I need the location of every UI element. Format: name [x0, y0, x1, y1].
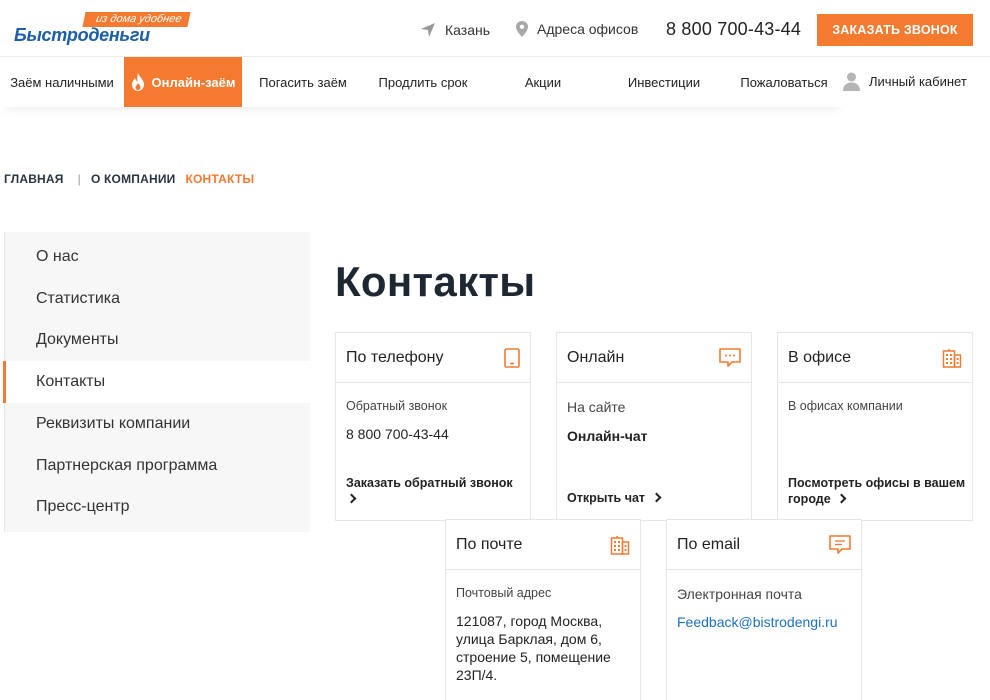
card-label: На сайте	[567, 399, 626, 415]
link-label: Посмотреть офисы в вашем городе	[788, 476, 966, 506]
location-arrow-icon	[421, 23, 435, 37]
city-label: Казань	[445, 22, 491, 38]
nav-item-label: Инвестиции	[627, 74, 701, 90]
contact-card-online: Онлайн На сайте Онлайн-чат Открыть чат	[556, 332, 752, 521]
contact-card-phone: По телефону Обратный звонок 8 800 700-43…	[335, 332, 531, 521]
card-title: По почте	[456, 535, 523, 553]
card-header: По телефону	[336, 333, 530, 383]
user-icon	[843, 72, 860, 91]
card-title: По email	[677, 535, 741, 553]
breadcrumb: ГЛАВНАЯ | О КОМПАНИИ КОНТАКТЫ	[4, 172, 254, 186]
logo-brand: Быстроденьги	[14, 25, 150, 45]
link-label: Открыть чат	[567, 491, 646, 505]
sidebar-item-press-center[interactable]: Пресс-центр	[5, 486, 311, 528]
chat-bubble-icon	[829, 534, 851, 554]
nav-item-extend-term[interactable]: Продлить срок	[364, 57, 482, 107]
breadcrumb-home[interactable]: ГЛАВНАЯ	[4, 172, 64, 186]
nav-item-label: Заём наличными	[10, 74, 114, 90]
breadcrumb-current: КОНТАКТЫ	[185, 172, 255, 186]
open-chat-link[interactable]: Открыть чат	[567, 490, 661, 506]
nav-item-label: Онлайн-заём	[151, 74, 236, 90]
order-callback-link[interactable]: Заказать обратный звонок	[346, 475, 521, 507]
card-title: Онлайн	[567, 348, 625, 366]
sidebar-item-label: Статистика	[36, 290, 121, 307]
office-building-icon	[942, 348, 962, 368]
personal-account-label: Личный кабинет	[869, 74, 967, 89]
card-label: Почтовый адрес	[456, 586, 552, 600]
nav-item-complaint[interactable]: Пожаловаться	[724, 57, 844, 107]
logo[interactable]: из дома удобнее Быстроденьги	[14, 12, 191, 46]
post-office-building-icon	[610, 535, 630, 555]
breadcrumb-company[interactable]: О КОМПАНИИ	[91, 172, 176, 186]
nav-item-promotions[interactable]: Акции	[482, 57, 604, 107]
smartphone-icon	[504, 347, 520, 368]
sidebar-item-statistics[interactable]: Статистика	[5, 278, 311, 320]
card-header: По email	[667, 520, 861, 570]
city-selector[interactable]: Казань	[420, 22, 490, 38]
card-title: По телефону	[346, 348, 444, 366]
sidebar-item-label: Контакты	[36, 373, 106, 390]
card-header: Онлайн	[557, 333, 751, 383]
card-header: По почте	[446, 520, 640, 570]
online-chat-value: Онлайн-чат	[567, 428, 648, 444]
callback-phone[interactable]: 8 800 700-43-44	[346, 425, 520, 443]
feedback-email-link[interactable]: Feedback@bistrodengi.ru	[677, 614, 851, 630]
contact-card-email: По email Электронная почта Feedback@bist…	[666, 519, 862, 700]
nav-item-label: Пожаловаться	[740, 74, 828, 90]
sidebar-item-label: Документы	[36, 331, 119, 348]
nav-item-label: Акции	[524, 74, 562, 90]
sidebar-menu: О нас Статистика Документы Контакты Рекв…	[3, 232, 311, 532]
map-pin-icon	[516, 21, 528, 37]
card-label: В офисах компании	[788, 399, 903, 413]
chat-bubble-icon	[719, 347, 741, 367]
sidebar-item-requisites[interactable]: Реквизиты компании	[5, 403, 311, 445]
postal-address: 121087, город Москва, улица Барклая, дом…	[456, 613, 611, 683]
personal-account-link[interactable]: Личный кабинет	[843, 72, 967, 91]
sidebar-item-label: О нас	[36, 248, 79, 265]
card-header: В офисе	[778, 333, 972, 383]
nav-item-cash-loan[interactable]: Заём наличными	[0, 57, 124, 107]
flame-icon	[131, 73, 144, 91]
card-label: Обратный звонок	[346, 399, 448, 413]
sidebar-item-partner-program[interactable]: Партнерская программа	[5, 445, 311, 487]
card-body: На сайте Онлайн-чат	[557, 383, 751, 445]
header-phone[interactable]: 8 800 700-43-44	[666, 19, 801, 40]
sidebar-item-about[interactable]: О нас	[5, 236, 311, 278]
chevron-right-icon	[651, 492, 661, 503]
sidebar-item-documents[interactable]: Документы	[5, 319, 311, 361]
view-offices-link[interactable]: Посмотреть офисы в вашем городе	[788, 475, 968, 507]
header: из дома удобнее Быстроденьги Казань Адре…	[0, 0, 990, 57]
nav-item-label: Погасить заём	[259, 74, 347, 90]
sidebar-item-label: Партнерская программа	[36, 457, 218, 474]
card-body: Обратный звонок 8 800 700-43-44	[336, 383, 530, 443]
main-nav: Заём наличными Онлайн-заём Погасить заём…	[0, 57, 845, 107]
sidebar-item-label: Реквизиты компании	[36, 415, 191, 432]
chevron-right-icon	[346, 493, 357, 504]
chevron-right-icon	[836, 493, 847, 504]
card-body: В офисах компании	[778, 383, 972, 413]
card-label: Электронная почта	[677, 586, 802, 602]
card-title: В офисе	[788, 348, 852, 366]
contact-card-office: В офисе В офисах компании Посмотреть офи…	[777, 332, 973, 521]
offices-label: Адреса офисов	[537, 21, 639, 37]
card-body: Почтовый адрес 121087, город Москва, ули…	[446, 570, 640, 684]
link-label: Заказать обратный звонок	[346, 476, 513, 490]
nav-item-label: Продлить срок	[378, 74, 468, 90]
page-title: Контакты	[335, 258, 536, 305]
card-body: Электронная почта Feedback@bistrodengi.r…	[667, 570, 861, 630]
nav-item-repay-loan[interactable]: Погасить заём	[242, 57, 364, 107]
order-call-button[interactable]: ЗАКАЗАТЬ ЗВОНОК	[817, 14, 973, 46]
offices-link[interactable]: Адреса офисов	[516, 21, 638, 37]
breadcrumb-separator: |	[77, 172, 81, 186]
contact-card-mail: По почте Почтовый адрес 121087, город Мо…	[445, 519, 641, 700]
sidebar-item-label: Пресс-центр	[36, 498, 130, 515]
sidebar-item-contacts[interactable]: Контакты	[3, 361, 311, 403]
nav-item-online-loan[interactable]: Онлайн-заём	[124, 57, 242, 107]
nav-item-investments[interactable]: Инвестиции	[604, 57, 724, 107]
